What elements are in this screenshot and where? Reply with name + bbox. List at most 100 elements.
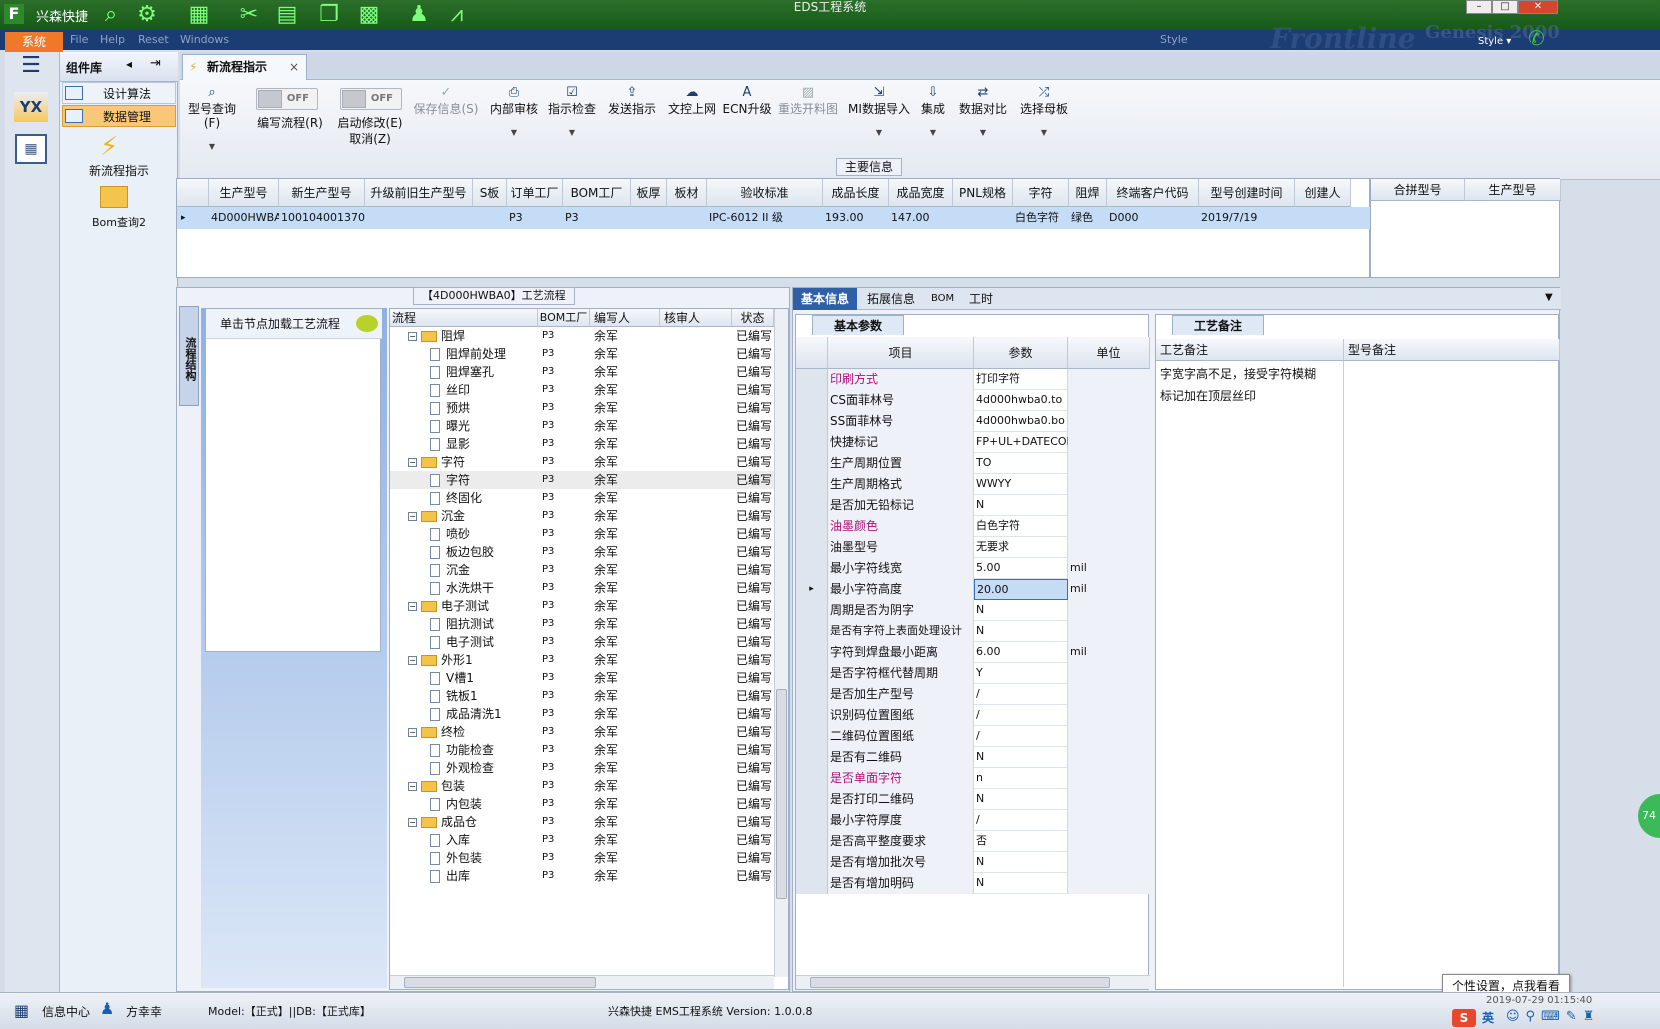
param-value[interactable]: 白色字符 [974,516,1068,537]
ime-logo-icon[interactable]: S [1452,1009,1476,1027]
tree-row[interactable]: 成品清洗1 P3 余军 已编写 [390,705,774,723]
tree-row[interactable]: 字符 P3 余军 已编写 [390,471,774,489]
column-header[interactable]: 成品长度 [823,179,889,207]
tree-row[interactable]: 曝光 P3 余军 已编写 [390,417,774,435]
calculator-icon[interactable]: ▦ [15,134,47,164]
param-row[interactable]: 是否加无铅标记 N [796,495,1150,516]
tab-new-process-instruction[interactable]: ⚡ 新流程指示 × [182,54,307,80]
tab-extended-info[interactable]: 拓展信息 [859,288,923,310]
param-row[interactable]: 周期是否为阴字 N [796,600,1150,621]
process-horizontal-scrollbar[interactable] [390,975,774,989]
tab-work-hours[interactable]: 工时 [961,288,1001,310]
menu-item-file[interactable]: File [70,33,88,46]
param-row[interactable]: 是否有增加明码 N [796,873,1150,894]
param-row[interactable]: 字符到焊盘最小距离 6.00 mil [796,642,1150,663]
tree-row[interactable]: 丝印 P3 余军 已编写 [390,381,774,399]
close-button[interactable]: ✕ [1518,0,1558,14]
param-value[interactable]: FP+UL+DATECODE [974,432,1082,453]
collapse-icon[interactable]: − [408,332,417,341]
column-header[interactable]: 升级前旧生产型号 [365,179,473,207]
column-header[interactable]: BOM工厂 [563,179,631,207]
menu-item-style[interactable]: Style [1160,33,1188,46]
model-query-button[interactable]: ⌕ 型号查询(F) ▼ [180,86,244,154]
param-row[interactable]: 生产周期位置 TO [796,453,1150,474]
minimize-button[interactable]: – [1466,0,1492,14]
phone-icon[interactable]: ✆ [1528,26,1545,50]
ecn-upgrade-button[interactable]: A ECN升级 [722,86,772,117]
param-value[interactable]: 20.00 [974,579,1068,600]
tree-row[interactable]: 外包装 P3 余军 已编写 [390,849,774,867]
tree-row[interactable]: 水洗烘干 P3 余军 已编写 [390,579,774,597]
collapse-icon[interactable]: − [408,728,417,737]
param-row[interactable]: 印刷方式 打印字符 [796,369,1150,390]
param-row[interactable]: 生产周期格式 WWYY [796,474,1150,495]
film-icon[interactable]: ▤ [274,2,300,28]
column-header[interactable]: 板厚 [631,179,667,207]
menu-item-reset[interactable]: Reset [138,33,169,46]
param-value[interactable]: N [974,600,1068,621]
ime-language[interactable]: 英 [1482,1009,1494,1026]
param-row[interactable]: 是否字符框代替周期 Y [796,663,1150,684]
save-info-button[interactable]: ✓ 保存信息(S) [408,86,484,117]
tree-row[interactable]: 入库 P3 余军 已编写 [390,831,774,849]
doc-control-online-button[interactable]: ☁ 文控上网 [664,86,720,117]
param-value[interactable]: N [974,747,1068,768]
tree-row[interactable]: − 字符 P3 余军 已编写 [390,453,774,471]
tree-row[interactable]: − 电子测试 P3 余军 已编写 [390,597,774,615]
copy-icon[interactable]: ❐ [316,2,342,28]
tree-row[interactable]: − 沉金 P3 余军 已编写 [390,507,774,525]
lightning-icon[interactable]: ⚡ [100,132,118,162]
tree-row[interactable]: 阻焊前处理 P3 余军 已编写 [390,345,774,363]
tree-row[interactable]: 板边包胶 P3 余军 已编写 [390,543,774,561]
tab-bom[interactable]: BOM [923,288,962,310]
param-row[interactable]: 是否有二维码 N [796,747,1150,768]
tree-row[interactable]: V槽1 P3 余军 已编写 [390,669,774,687]
param-value[interactable]: / [974,684,1068,705]
column-header[interactable]: 板材 [667,179,707,207]
param-value[interactable]: Y [974,663,1068,684]
tree-row[interactable]: − 成品仓 P3 余军 已编写 [390,813,774,831]
info-center-link[interactable]: 信息中心 [42,1003,90,1020]
folder-icon[interactable] [100,186,128,208]
library-item-data-management[interactable]: 数据管理 [62,105,176,127]
param-value[interactable]: 4d000hwba0.bo [974,411,1068,432]
column-header[interactable]: S板 [473,179,507,207]
param-row[interactable]: 油墨型号 无要求 [796,537,1150,558]
param-row[interactable]: 最小字符线宽 5.00 mil [796,558,1150,579]
collapse-icon[interactable]: − [408,458,417,467]
collapse-icon[interactable]: − [408,602,417,611]
param-value[interactable]: N [974,873,1068,894]
collapse-left-icon[interactable]: ◂ [126,57,132,71]
params-horizontal-scrollbar[interactable] [796,975,1150,989]
integrate-button[interactable]: ⇩ 集成 ▼ [916,86,950,140]
model-notes-textarea[interactable] [1344,361,1560,987]
table-icon[interactable]: ▦ [186,2,212,28]
param-value[interactable]: 无要求 [974,537,1068,558]
basic-params-tab[interactable]: 基本参数 [812,315,904,335]
column-header[interactable]: 字符 [1013,179,1069,207]
select-motherboard-button[interactable]: ⤮ 选择母板 ▼ [1016,86,1072,140]
param-value[interactable]: / [974,726,1068,747]
send-instruction-button[interactable]: ⇪ 发送指示 [604,86,660,117]
param-row[interactable]: 是否高平整度要求否 [796,831,1150,852]
param-value[interactable]: / [974,810,1068,831]
column-header[interactable]: 创建人 [1295,179,1351,207]
param-row[interactable]: 二维码位置图纸 / [796,726,1150,747]
tree-row[interactable]: − 外形1 P3 余军 已编写 [390,651,774,669]
mi-data-import-button[interactable]: ⇲ MI数据导入 ▼ [844,86,914,140]
param-row[interactable]: 识别码位置图纸 / [796,705,1150,726]
scissors-icon[interactable]: ✂ [236,2,262,28]
pin-icon[interactable]: ⇥ [150,56,161,71]
param-value[interactable]: / [974,705,1068,726]
tree-row[interactable]: 沉金 P3 余军 已编写 [390,561,774,579]
hamburger-menu-icon[interactable]: ☰ [15,54,47,80]
process-notes-textarea[interactable]: 字宽字高不足，接受字符模糊 标记加在顶层丝印 [1156,361,1344,987]
data-compare-button[interactable]: ⇄ 数据对比 ▼ [956,86,1010,140]
grid-icon[interactable]: ▦ [14,1001,29,1020]
tree-row[interactable]: 出库 P3 余军 已编写 [390,867,774,885]
column-header[interactable]: 阻焊 [1069,179,1107,207]
user-icon[interactable]: ♟ [406,2,432,28]
column-header[interactable]: 型号创建时间 [1199,179,1295,207]
collapse-icon[interactable]: − [408,512,417,521]
collapse-icon[interactable]: − [408,782,417,791]
